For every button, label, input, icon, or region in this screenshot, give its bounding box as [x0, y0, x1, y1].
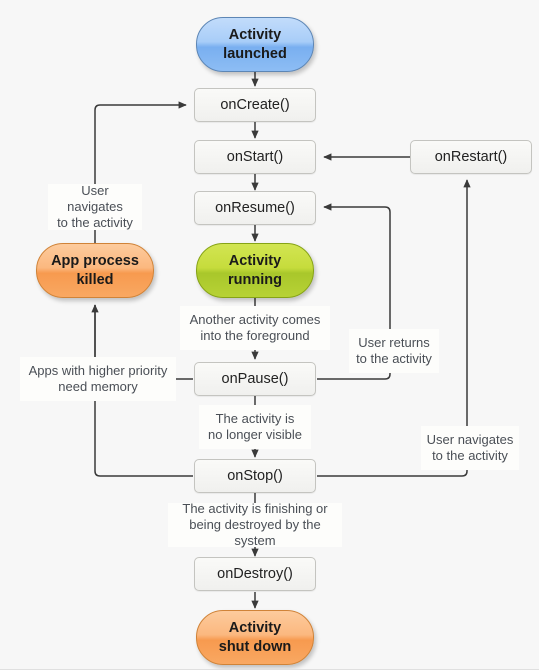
edge-label-user-navigates-left: User navigates to the activity: [48, 183, 142, 230]
node-on-stop[interactable]: onStop(): [194, 459, 316, 493]
node-activity-shut-down-label: Activity shut down: [218, 620, 292, 655]
node-on-restart-label: onRestart(): [434, 149, 508, 165]
node-on-destroy[interactable]: onDestroy(): [194, 557, 316, 591]
edge-label-another-activity-foreground: Another activity comes into the foregrou…: [180, 306, 330, 350]
edge-label-no-longer-visible: The activity is no longer visible: [199, 405, 311, 449]
edge-label-apps-higher-priority: Apps with higher priority need memory: [20, 357, 176, 401]
edge-label-user-navigates-right: User navigates to the activity: [421, 426, 519, 470]
node-on-start-label: onStart(): [226, 149, 284, 165]
node-on-stop-label: onStop(): [227, 468, 283, 484]
node-app-process-killed[interactable]: App process killed: [36, 243, 154, 298]
node-activity-running-label: Activity running: [228, 253, 282, 288]
node-on-resume[interactable]: onResume(): [194, 191, 316, 225]
node-activity-shut-down[interactable]: Activity shut down: [196, 610, 314, 665]
node-activity-launched[interactable]: Activity launched: [196, 17, 314, 72]
node-activity-running[interactable]: Activity running: [196, 243, 314, 298]
node-on-start[interactable]: onStart(): [194, 140, 316, 174]
node-on-destroy-label: onDestroy(): [217, 566, 293, 582]
node-on-resume-label: onResume(): [215, 200, 295, 216]
node-on-restart[interactable]: onRestart(): [410, 140, 532, 174]
activity-lifecycle-diagram: Activity launched Activity running App p…: [0, 0, 539, 670]
edge-label-user-returns: User returns to the activity: [349, 329, 439, 373]
node-on-pause-label: onPause(): [221, 371, 289, 387]
node-activity-launched-label: Activity launched: [223, 27, 287, 62]
edge-label-finishing-or-destroyed: The activity is finishing or being destr…: [168, 501, 342, 548]
node-on-create[interactable]: onCreate(): [194, 88, 316, 122]
node-app-process-killed-label: App process killed: [51, 253, 139, 288]
node-on-pause[interactable]: onPause(): [194, 362, 316, 396]
node-on-create-label: onCreate(): [220, 97, 290, 113]
